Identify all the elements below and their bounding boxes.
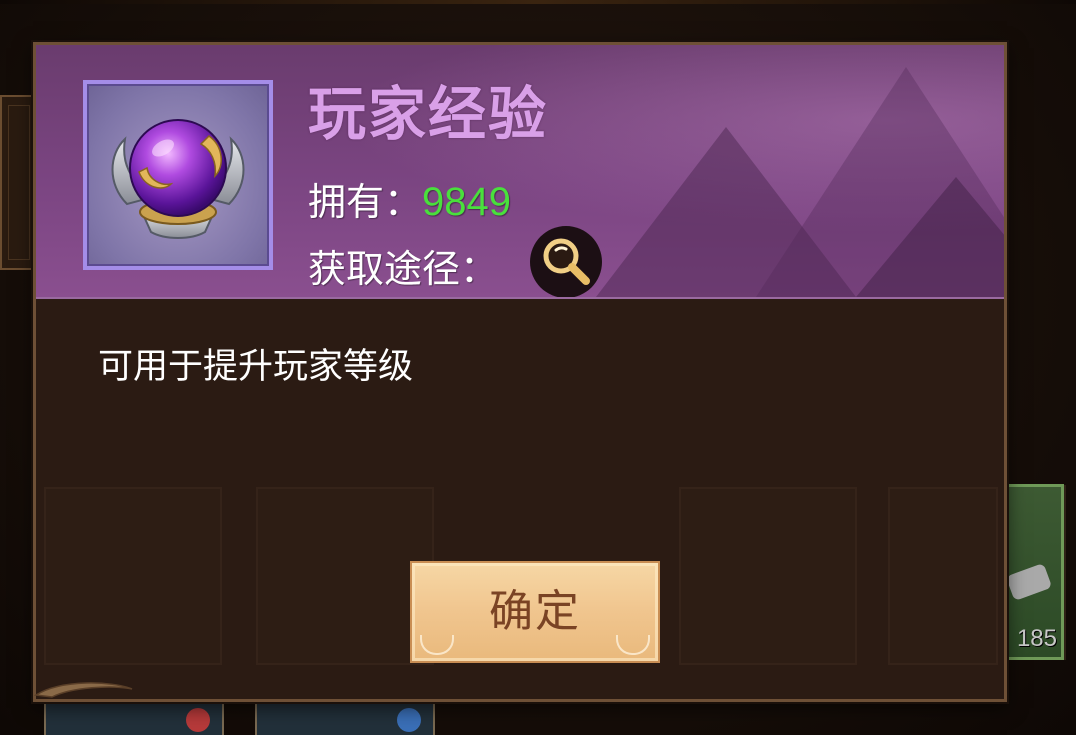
item-info-dialog: 玩家经验 拥有：9849 获取途径： 可用于提升玩家等级 确定: [33, 42, 1007, 702]
faint-slot: [679, 487, 857, 665]
item-count: 185: [1016, 625, 1057, 652]
purple-orb-icon: [111, 119, 245, 239]
owned-label: 拥有：: [308, 180, 423, 224]
background-bottom-tab: [44, 700, 224, 735]
faint-slot: [256, 487, 434, 665]
item-description: 可用于提升玩家等级: [98, 347, 414, 387]
source-label: 获取途径：: [308, 247, 499, 291]
game-screen: 185 玩家经验 拥有：9849 获取途径： 可用于提升玩家等级 确定: [0, 0, 1076, 735]
search-source-button[interactable]: [530, 226, 602, 297]
confirm-label: 确定: [489, 586, 581, 637]
dialog-header: 玩家经验 拥有：9849 获取途径：: [36, 45, 1004, 299]
owned-value: 9849: [422, 180, 511, 224]
background-top-strip: [0, 0, 1076, 4]
faint-slot: [44, 487, 222, 665]
confirm-button[interactable]: 确定: [410, 561, 660, 663]
background-bottom-tab: [255, 700, 435, 735]
background-item-card: 185: [1004, 484, 1064, 660]
badge-icon: [186, 708, 210, 732]
scroll-icon: [1005, 562, 1053, 602]
source-row: 获取途径：: [308, 246, 498, 292]
item-name: 玩家经验: [308, 80, 549, 148]
item-icon-frame: [83, 80, 273, 270]
badge-icon: [397, 708, 421, 732]
faint-slot: [888, 487, 998, 665]
owned-row: 拥有：9849: [308, 179, 511, 225]
magnifier-icon: [543, 238, 590, 285]
corner-swirl-ornament: [33, 682, 133, 698]
